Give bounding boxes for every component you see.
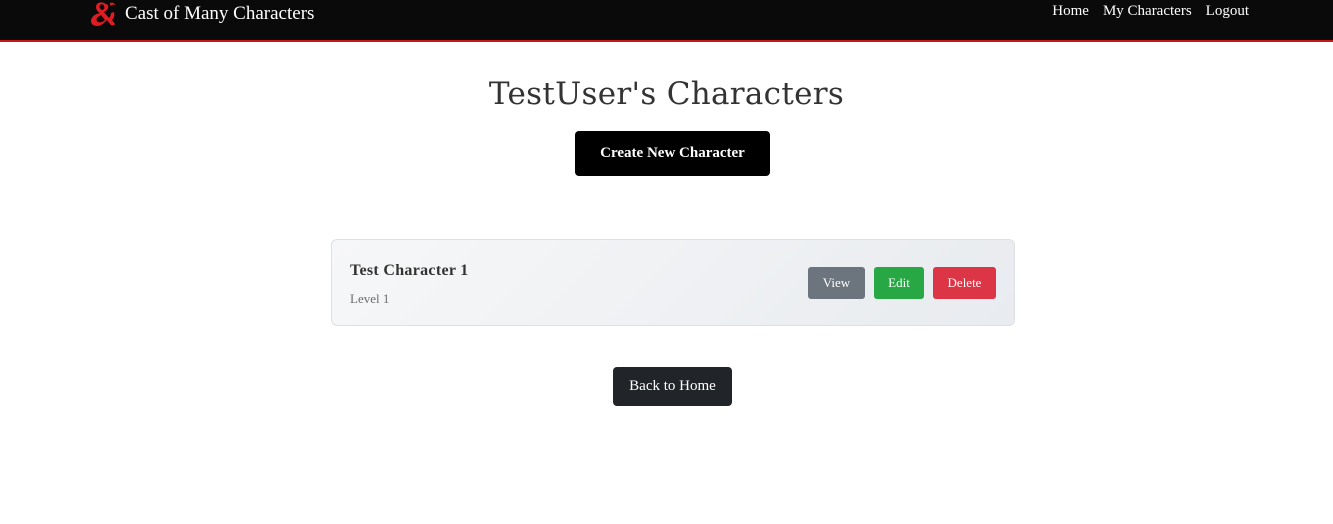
navbar: Cast of Many Characters Home My Characte… — [0, 0, 1333, 42]
page-title: TestUser's Characters — [488, 76, 845, 112]
character-actions: View Edit Delete — [808, 267, 996, 299]
view-character-button[interactable]: View — [808, 267, 865, 299]
nav-links: Home My Characters Logout — [1052, 3, 1249, 20]
nav-link-logout[interactable]: Logout — [1206, 3, 1249, 20]
nav-link-home[interactable]: Home — [1052, 3, 1089, 20]
nav-link-my-characters[interactable]: My Characters — [1103, 3, 1192, 20]
edit-character-button[interactable]: Edit — [874, 267, 924, 299]
brand-link[interactable]: Cast of Many Characters — [88, 0, 314, 28]
brand-name: Cast of Many Characters — [125, 3, 315, 24]
character-name: Test Character 1 — [350, 262, 469, 279]
back-to-home-button[interactable]: Back to Home — [613, 367, 732, 406]
character-level: Level 1 — [350, 291, 390, 306]
delete-character-button[interactable]: Delete — [933, 267, 996, 299]
character-card: Test Character 1 Level 1 View Edit Delet… — [331, 239, 1015, 326]
create-character-button[interactable]: Create New Character — [575, 131, 770, 176]
dnd-ampersand-logo-icon — [91, 2, 115, 26]
